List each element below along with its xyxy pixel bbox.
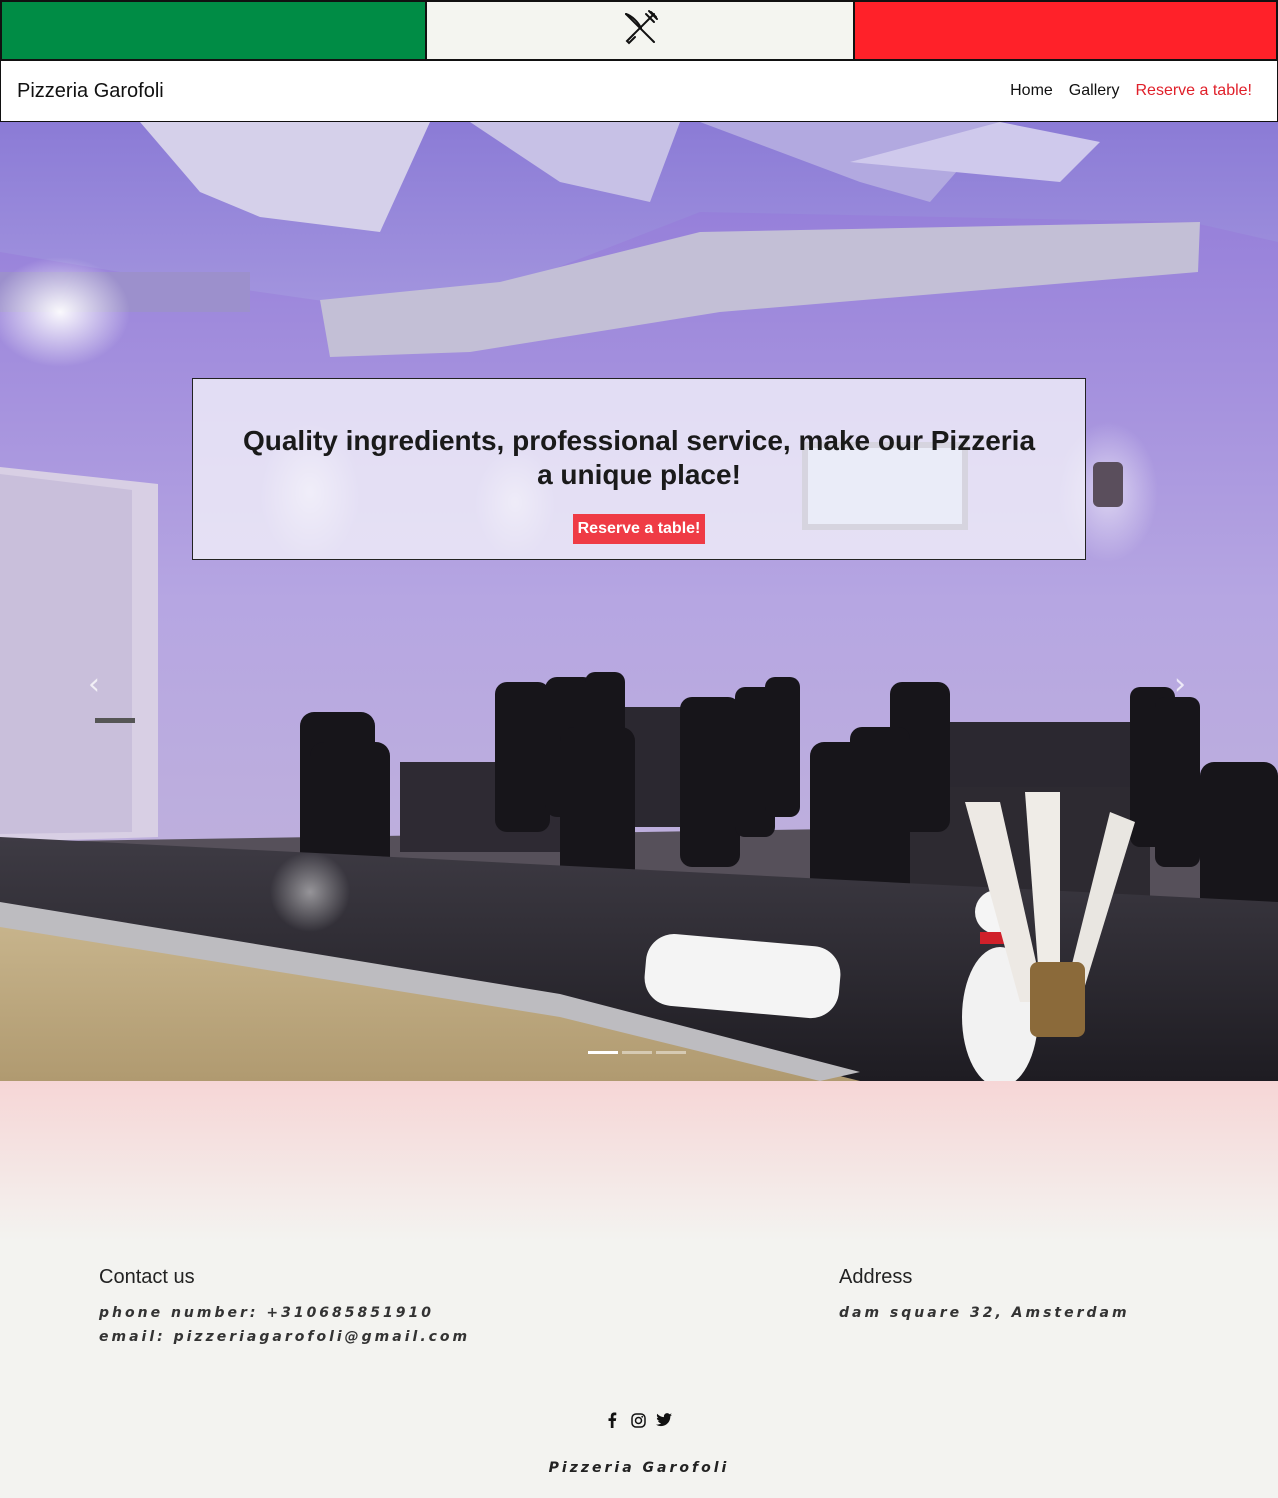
navbar: Pizzeria Garofoli Home Gallery Reserve a… (0, 61, 1278, 122)
chevron-right-icon[interactable]: › (1174, 667, 1186, 702)
restaurant-interior-photo (0, 122, 1278, 1081)
footer-brand: Pizzeria Garofoli (548, 1460, 730, 1476)
contact-heading: Contact us (99, 1266, 195, 1288)
chevron-left-icon[interactable]: ‹ (88, 667, 100, 702)
hero-headline: Quality ingredients, professional servic… (242, 425, 1036, 490)
brand-logo[interactable]: Pizzeria Garofoli (17, 80, 164, 103)
address-section: Address dam square 32, Amsterdam (839, 1266, 1130, 1325)
twitter-icon[interactable] (656, 1410, 672, 1430)
nav-gallery-link[interactable]: Gallery (1069, 82, 1120, 100)
facebook-icon[interactable] (604, 1410, 620, 1430)
hero-caption: Quality ingredients, professional servic… (192, 378, 1086, 560)
phone-number: phone number: +310685851910 (99, 1305, 434, 1321)
address-heading: Address (839, 1266, 913, 1288)
hero-reserve-button[interactable]: Reserve a table! (572, 514, 706, 544)
flag-green-stripe (0, 0, 427, 61)
email-address: email: pizzeriagarofoli@gmail.com (99, 1329, 471, 1345)
flag-red-stripe (853, 0, 1278, 61)
contact-section: Contact us phone number: +310685851910 e… (99, 1266, 470, 1349)
italian-flag-banner (0, 0, 1278, 61)
carousel-indicator-1[interactable] (588, 1051, 618, 1054)
street-address: dam square 32, Amsterdam (839, 1305, 1130, 1321)
nav-home-link[interactable]: Home (1010, 82, 1053, 100)
carousel-indicators (588, 1051, 686, 1054)
flag-white-stripe (427, 0, 853, 61)
nav-links: Home Gallery Reserve a table! (1010, 82, 1252, 100)
nav-reserve-link[interactable]: Reserve a table! (1135, 82, 1252, 100)
cutlery-icon (621, 9, 659, 52)
carousel-indicator-3[interactable] (656, 1051, 686, 1054)
social-links (604, 1410, 672, 1430)
hero-carousel: Quality ingredients, professional servic… (0, 122, 1278, 1081)
section-divider (0, 1081, 1278, 1241)
carousel-indicator-2[interactable] (622, 1051, 652, 1054)
instagram-icon[interactable] (630, 1410, 646, 1430)
